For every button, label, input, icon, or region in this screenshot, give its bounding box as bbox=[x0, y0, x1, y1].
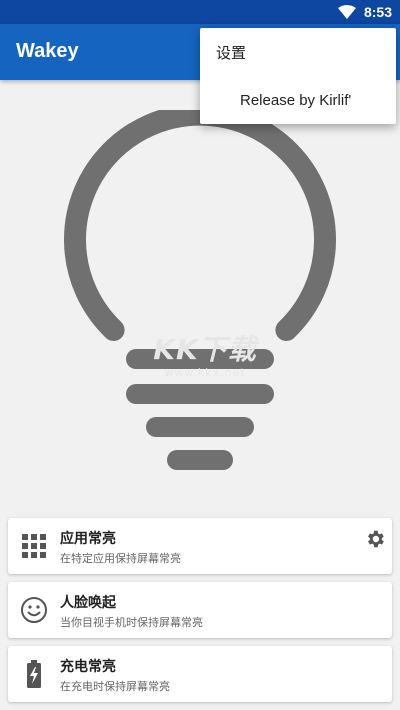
card-title: 应用常亮 bbox=[60, 531, 116, 547]
battery-charging-icon bbox=[27, 660, 41, 688]
menu-item-settings[interactable]: 设置 bbox=[200, 28, 396, 76]
card-subtitle: 在特定应用保持屏幕常亮 bbox=[60, 552, 181, 565]
card-face-wake[interactable]: 人脸唤起 当你目视手机时保持屏幕常亮 bbox=[8, 582, 392, 638]
menu-item-release[interactable]: Release by Kirlif' bbox=[200, 76, 396, 124]
card-title: 人脸唤起 bbox=[60, 595, 116, 611]
card-app-keep-awake[interactable]: 应用常亮 在特定应用保持屏幕常亮 bbox=[8, 518, 392, 574]
apps-grid-icon bbox=[22, 534, 46, 558]
app-title: Wakey bbox=[16, 40, 79, 62]
card-subtitle: 当你目视手机时保持屏幕常亮 bbox=[60, 616, 203, 629]
wifi-icon bbox=[337, 5, 356, 19]
status-bar: 8:53 bbox=[0, 0, 400, 24]
status-time: 8:53 bbox=[363, 4, 392, 20]
lightbulb-icon[interactable] bbox=[60, 110, 340, 480]
overflow-menu: 设置 Release by Kirlif' bbox=[200, 28, 396, 124]
status-right: 8:53 bbox=[337, 0, 392, 24]
gear-icon[interactable] bbox=[364, 528, 386, 550]
card-title: 充电常亮 bbox=[60, 659, 116, 675]
card-subtitle: 在充电时保持屏幕常亮 bbox=[60, 680, 170, 693]
face-icon bbox=[21, 597, 47, 623]
card-charging-keep-awake[interactable]: 充电常亮 在充电时保持屏幕常亮 bbox=[8, 646, 392, 702]
